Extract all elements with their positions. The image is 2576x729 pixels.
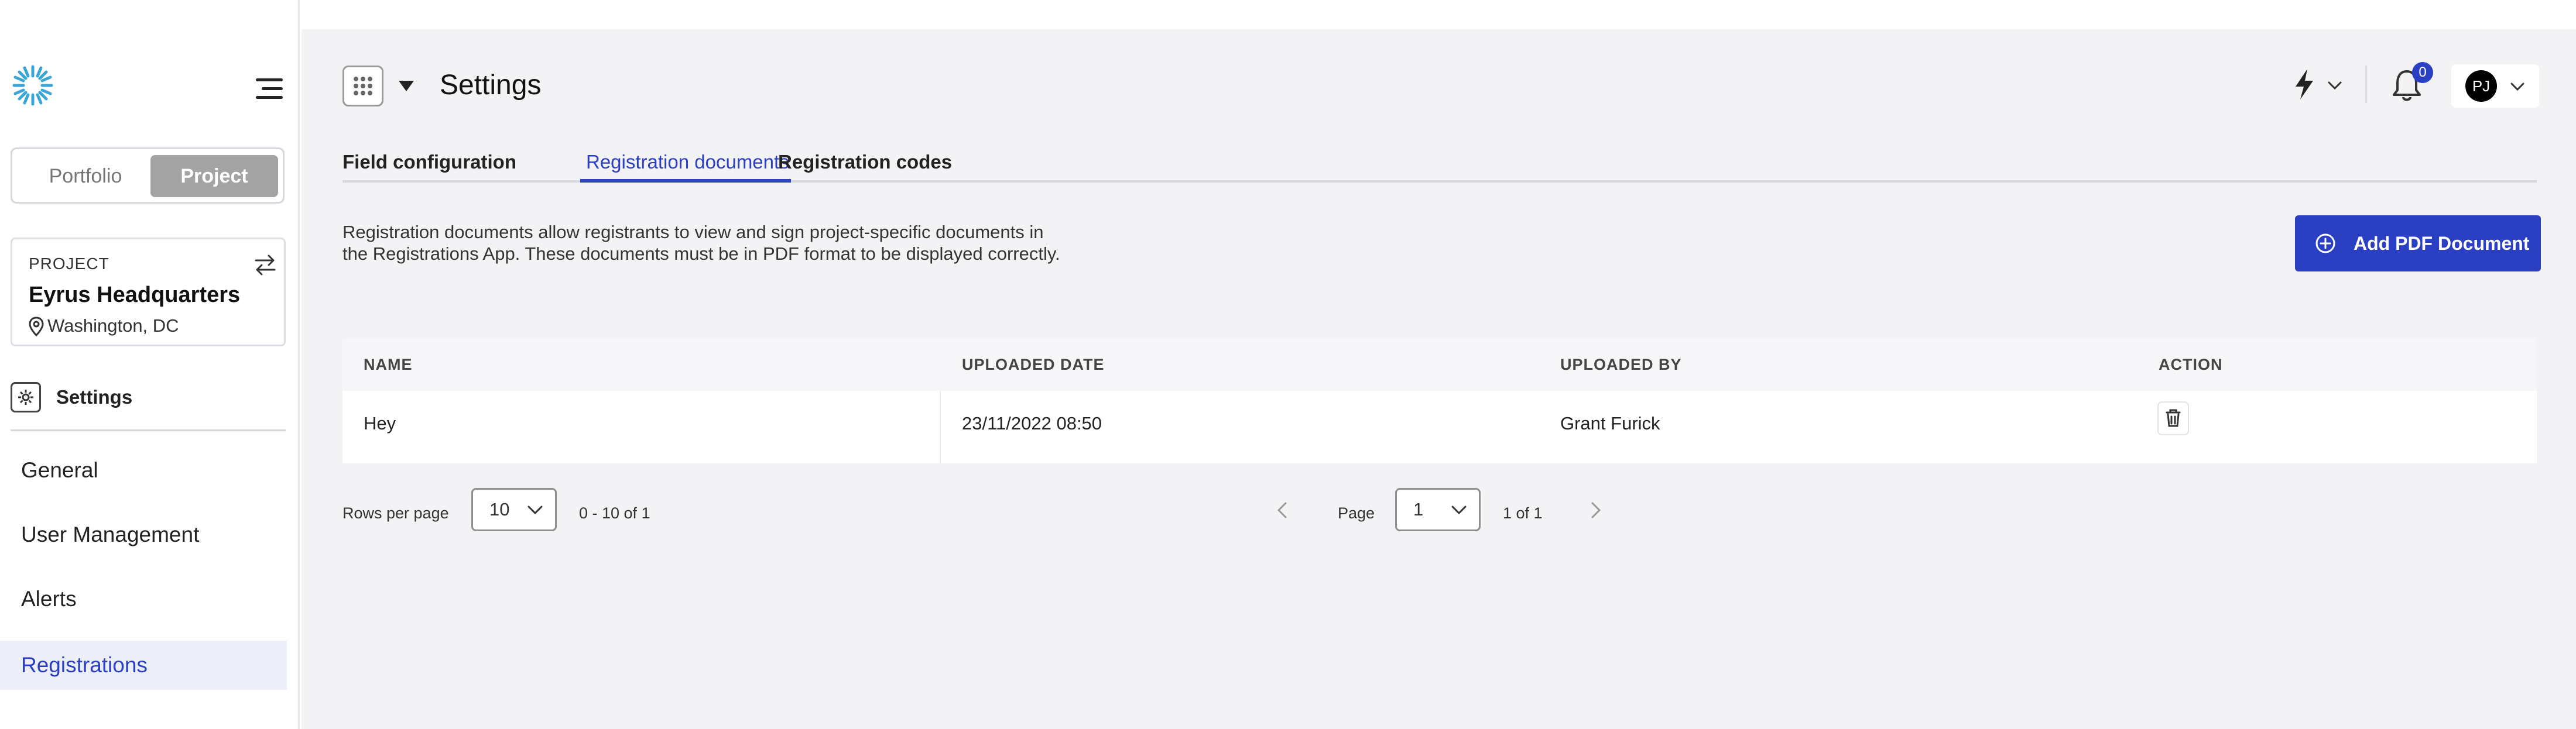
sidebar-item-general[interactable]: General	[0, 446, 287, 495]
chevron-down-icon	[1451, 506, 1467, 515]
description-line-1: Registration documents allow registrants…	[342, 222, 1044, 242]
user-menu[interactable]: PJ	[2451, 64, 2539, 108]
documents-table: NAME UPLOADED DATE UPLOADED BY ACTION He…	[342, 338, 2537, 463]
trash-icon[interactable]	[2157, 401, 2189, 435]
rows-per-page-select[interactable]: 10	[471, 488, 557, 531]
avatar: PJ	[2465, 70, 2497, 102]
project-toggle-button[interactable]: Project	[150, 155, 278, 197]
gear-icon	[11, 382, 41, 412]
column-separator	[940, 391, 941, 463]
tab-field-configuration[interactable]: Field configuration	[342, 151, 516, 173]
sidebar-divider	[11, 429, 286, 431]
column-header-action: ACTION	[2159, 356, 2223, 373]
project-card: PROJECT Eyrus Headquarters Washington, D…	[11, 238, 286, 346]
page-select[interactable]: 1	[1395, 488, 1481, 531]
sidebar-item-alerts[interactable]: Alerts	[0, 575, 287, 624]
notification-badge: 0	[2412, 62, 2433, 83]
description-line-2: the Registrations App. These documents m…	[342, 243, 1060, 264]
project-card-label: PROJECT	[29, 255, 109, 273]
row-uploaded-by: Grant Furick	[1560, 413, 1660, 434]
app-grid-icon[interactable]	[342, 66, 383, 106]
chevron-down-icon[interactable]	[2327, 81, 2342, 90]
portfolio-toggle-button[interactable]: Portfolio	[18, 155, 153, 197]
logo-icon[interactable]	[11, 63, 55, 108]
location-pin-icon	[29, 317, 44, 336]
sidebar-item-user-management[interactable]: User Management	[0, 510, 287, 559]
rows-per-page-value: 10	[489, 499, 510, 520]
settings-section-label: Settings	[56, 386, 133, 408]
pagination: Rows per page 10 0 - 10 of 1 Page 1 1 of…	[342, 488, 2537, 535]
add-pdf-document-button[interactable]: Add PDF Document	[2295, 215, 2541, 271]
caret-down-icon[interactable]	[399, 81, 414, 91]
tab-registration-documents[interactable]: Registration documents	[586, 151, 789, 173]
page-description: Registration documents allow registrants…	[342, 221, 1162, 264]
project-name: Eyrus Headquarters	[29, 283, 241, 307]
page-count-text: 1 of 1	[1503, 504, 1543, 522]
chevron-left-icon[interactable]	[1276, 501, 1289, 520]
header-separator	[2365, 66, 2367, 103]
page-title: Settings	[440, 70, 542, 101]
column-header-uploaded-date[interactable]: UPLOADED DATE	[962, 356, 1105, 374]
column-header-uploaded-by[interactable]: UPLOADED BY	[1560, 356, 1682, 374]
row-uploaded-date: 23/11/2022 08:50	[962, 413, 1102, 434]
column-header-name[interactable]: NAME	[364, 356, 413, 374]
sidebar: Portfolio Project PROJECT Eyrus Headquar…	[0, 0, 300, 729]
tab-registration-codes[interactable]: Registration codes	[778, 151, 952, 173]
bolt-icon[interactable]	[2293, 68, 2315, 101]
hamburger-icon[interactable]	[256, 77, 283, 101]
chevron-down-icon	[527, 506, 543, 515]
portfolio-project-toggle: Portfolio Project	[11, 147, 285, 204]
page-label: Page	[1338, 504, 1375, 522]
active-tab-indicator	[580, 179, 791, 183]
chevron-down-icon	[2510, 82, 2524, 91]
settings-section-header: Settings	[11, 382, 133, 412]
rows-per-page-label: Rows per page	[342, 504, 449, 522]
plus-circle-icon	[2315, 233, 2335, 253]
swap-icon[interactable]	[252, 252, 278, 278]
add-pdf-document-label: Add PDF Document	[2354, 232, 2530, 254]
settings-tabs: Field configuration Registration documen…	[342, 147, 2537, 183]
project-location: Washington, DC	[47, 315, 179, 336]
table-header: NAME UPLOADED DATE UPLOADED BY ACTION	[342, 338, 2537, 391]
rows-range-text: 0 - 10 of 1	[579, 504, 650, 522]
sidebar-item-registrations[interactable]: Registrations	[0, 641, 287, 690]
main-content: Settings 0 PJ Field configuration Regist…	[302, 29, 2576, 729]
chevron-right-icon[interactable]	[1590, 501, 1602, 520]
row-name: Hey	[364, 413, 396, 434]
page-select-value: 1	[1413, 499, 1424, 520]
